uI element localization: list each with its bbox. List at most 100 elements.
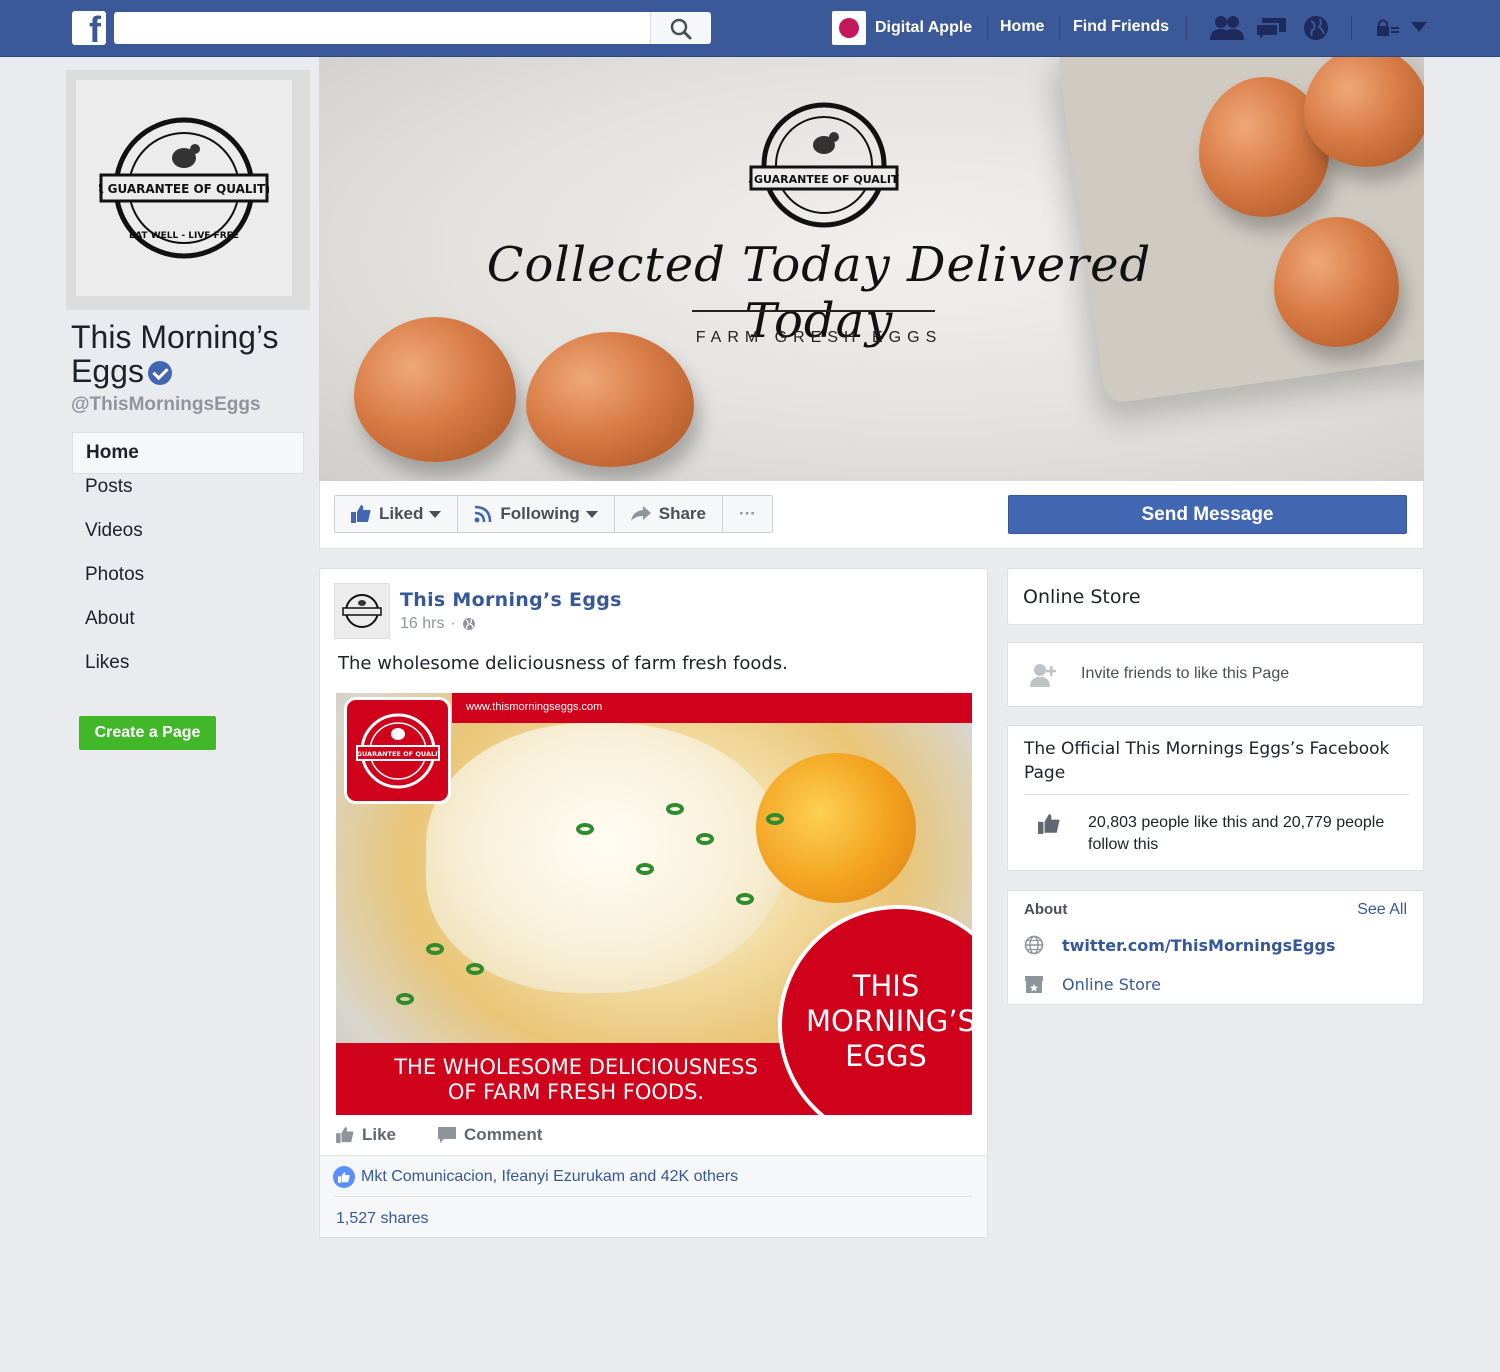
nav-divider [1351,16,1352,40]
verified-badge-icon [147,361,172,385]
likes-followers-count: 20,803 people like this and 20,779 peopl… [1088,814,1385,853]
page-profile-picture[interactable]: A GUARANTEE OF QUALITY EAT WELL - LIVE F… [66,70,310,310]
left-nav-about[interactable]: About [72,608,304,652]
search-input[interactable] [114,12,650,44]
post-like-button[interactable]: Like [336,1125,396,1145]
image-brand-circle: THIS MORNING’S EGGS [778,905,972,1115]
search-button[interactable] [650,12,711,44]
profile-avatar [832,11,866,45]
following-button[interactable]: Following [458,496,615,532]
chevron-down-icon [429,510,442,518]
twitter-link[interactable]: twitter.com/ThisMorningsEggs [1062,936,1335,955]
post-comment-button[interactable]: Comment [438,1125,542,1145]
messages-icon[interactable] [1254,14,1288,44]
scallion-garnish [666,803,684,815]
more-options-button[interactable]: ··· [723,496,772,532]
fried-egg-white [426,723,786,993]
left-nav-likes[interactable]: Likes [72,652,304,696]
page-title-text: This Morning’s Eggs [71,319,279,389]
quality-badge-logo-icon: A GUARANTEE OF QUALITY [355,713,440,788]
about-website-row: twitter.com/ThisMorningsEggs [1024,935,1335,955]
post-like-label: Like [362,1125,397,1144]
image-tagline-line-2: OF FARM FRESH FOODS. [447,1080,705,1104]
nav-find-friends-link[interactable]: Find Friends [1073,18,1169,36]
cover-photo[interactable]: A GUARANTEE OF QUALITY Collected Today D… [319,57,1424,481]
scallion-garnish [396,993,414,1005]
quality-badge-logo-icon: A GUARANTEE OF QUALITY EAT WELL - LIVE F… [99,117,269,259]
thumbs-up-icon [1038,814,1060,834]
page-action-bar: Liked Following Share ··· Send Message [319,481,1424,549]
privacy-shortcuts-icon[interactable] [1376,18,1400,38]
share-label: Share [658,504,706,523]
online-store-link[interactable]: Online Store [1062,975,1161,994]
image-brand-line-2: MORNING’S [806,1004,972,1038]
friend-requests-icon[interactable] [1210,14,1244,42]
invite-friends-text: Invite friends to like this Page [1081,665,1290,682]
post-author-avatar[interactable] [334,583,390,639]
nav-divider [1059,16,1060,40]
profile-shortcut[interactable]: Digital Apple [832,10,972,46]
image-badge-text: A GUARANTEE OF QUALITY [356,750,440,758]
badge-text: A GUARANTEE OF QUALITY [99,182,269,196]
thumbs-up-icon [351,505,371,523]
see-all-link[interactable]: See All [1357,901,1407,919]
post-timestamp[interactable]: 16 hrs · [400,615,476,633]
post-body-text: The wholesome deliciousness of farm fres… [338,653,788,674]
scallion-garnish [636,863,654,875]
rss-feed-icon [474,505,492,523]
invite-friends-card[interactable]: Invite friends to like this Page [1007,642,1424,707]
online-store-title: Online Store [1023,586,1141,608]
carton-egg [1274,217,1399,347]
like-reaction-icon [333,1166,355,1188]
scallion-garnish [576,823,594,835]
page-action-buttons: Liked Following Share ··· [334,495,773,533]
about-card: About See All twitter.com/ThisMorningsEg… [1007,890,1424,1005]
cover-subline: FARM GRESH EGGS [695,329,943,346]
post-action-row: Like Comment [336,1125,542,1145]
account-menu-caret-icon[interactable] [1411,22,1427,34]
profile-badge-area: A GUARANTEE OF QUALITY EAT WELL - LIVE F… [76,80,292,296]
post-time-text: 16 hrs [400,615,445,632]
nav-home-link[interactable]: Home [1000,18,1044,36]
create-page-button[interactable]: Create a Page [79,716,216,750]
image-tagline-line-1: THE WHOLESOME DELICIOUSNESS [394,1055,758,1079]
left-nav-home[interactable]: Home [72,432,304,474]
left-nav-videos[interactable]: Videos [72,520,304,564]
image-tagline: THE WHOLESOME DELICIOUSNESS OF FARM FRES… [366,1055,786,1105]
globe-icon [1024,935,1044,955]
online-store-card[interactable]: Online Store [1007,568,1424,625]
scallion-garnish [466,963,484,975]
left-nav-photos[interactable]: Photos [72,564,304,608]
page-info-card: The Official This Mornings Eggs’s Facebo… [1007,725,1424,871]
cover-badge-text: A GUARANTEE OF QUALITY [749,173,899,186]
post-author-name[interactable]: This Morning’s Eggs [400,589,622,611]
page-handle[interactable]: @ThisMorningsEggs [71,394,310,416]
nav-divider [987,16,988,40]
about-store-row: Online Store [1024,974,1161,994]
image-brand-line-3: EGGS [845,1039,927,1073]
image-quality-badge: A GUARANTEE OF QUALITY [344,697,451,804]
scallion-garnish [736,893,754,905]
scallion-garnish [696,833,714,845]
page-left-column: A GUARANTEE OF QUALITY EAT WELL - LIVE F… [66,70,310,750]
quality-badge-logo-icon [342,594,382,628]
cover-quality-badge-icon: A GUARANTEE OF QUALITY [749,102,899,228]
scallion-garnish [766,813,784,825]
about-title: About [1024,901,1068,918]
shop-icon [1025,976,1043,993]
official-page-description: The Official This Mornings Eggs’s Facebo… [1024,739,1390,783]
shares-count[interactable]: 1,527 shares [336,1210,429,1228]
cover-divider [692,310,935,312]
info-divider [1024,794,1409,795]
post-image[interactable]: www.thismorningseggs.com A GUARANTEE OF … [336,693,972,1115]
send-message-button[interactable]: Send Message [1008,495,1407,534]
share-arrow-icon [630,506,651,521]
apple-logo-icon [839,18,859,38]
liked-button[interactable]: Liked [335,496,459,532]
profile-name: Digital Apple [875,19,973,36]
reactions-summary[interactable]: Mkt Comunicacion, Ifeanyi Ezurukam and 4… [333,1166,738,1188]
left-nav-posts[interactable]: Posts [72,476,304,520]
facebook-logo-icon[interactable]: f [72,11,106,45]
share-button[interactable]: Share [615,496,723,532]
notifications-globe-icon[interactable] [1302,14,1330,42]
